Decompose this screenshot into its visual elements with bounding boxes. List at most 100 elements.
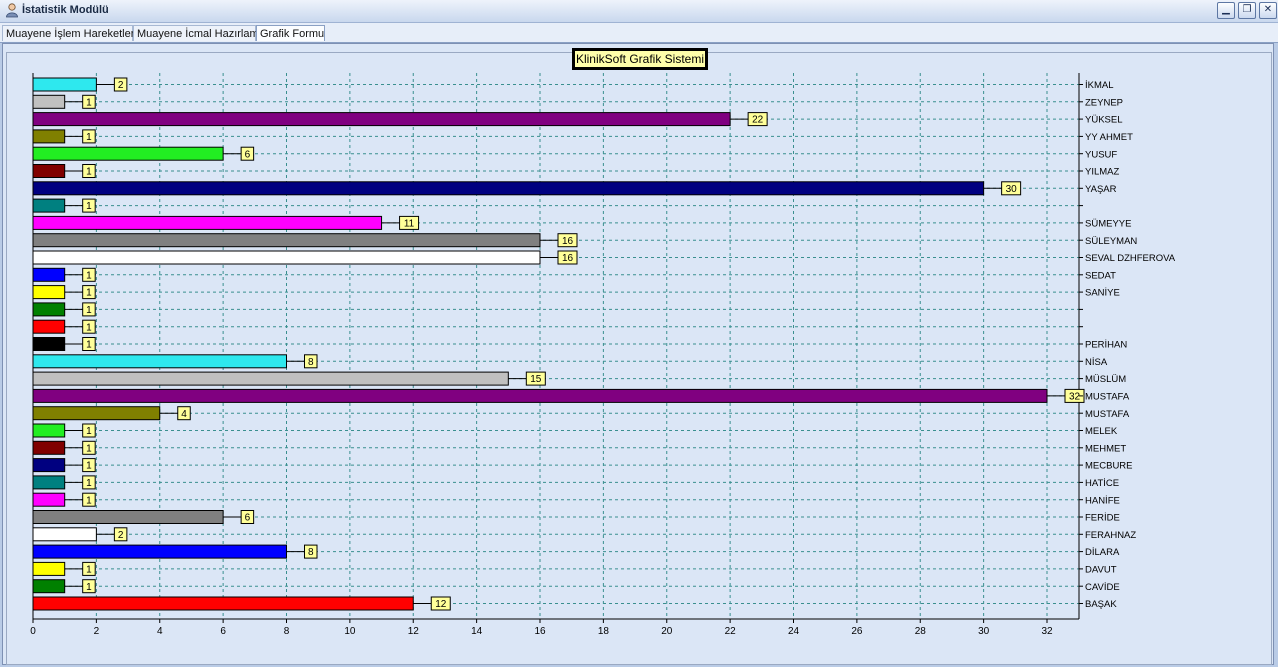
category-label: BAŞAK [1085,599,1117,610]
category-label: HATİCE [1085,478,1119,489]
x-tick-label: 32 [1041,626,1053,637]
x-tick-label: 6 [220,626,226,637]
data-label: 2 [118,80,124,91]
category-label: SÜLEYMAN [1085,236,1137,247]
x-tick-label: 2 [94,626,100,637]
bar [32,164,66,178]
bar [32,510,224,524]
data-label: 8 [308,547,314,558]
data-label: 15 [530,374,542,385]
category-label: YY AHMET [1085,132,1133,143]
category-label: MUSTAFA [1085,409,1130,420]
data-label: 1 [86,132,92,143]
data-label: 1 [86,582,92,593]
data-label: 1 [86,270,92,281]
data-label: 1 [86,443,92,454]
data-label: 16 [562,236,574,247]
x-tick-label: 4 [157,626,163,637]
category-label: SÜMEYYE [1085,219,1131,230]
data-label: 11 [404,219,415,230]
data-label: 1 [86,495,92,506]
x-tick-label: 22 [725,626,737,637]
bar [32,579,66,594]
category-label: YUSUF [1085,149,1117,160]
bar [32,561,66,576]
category-label: SANİYE [1085,288,1120,299]
bar [32,129,66,144]
bar [32,250,541,265]
bar [32,388,1048,403]
x-tick-label: 18 [598,626,610,637]
data-label: 1 [86,288,92,299]
category-label: DİLARA [1085,547,1120,558]
bar [32,285,66,300]
bar [32,319,66,334]
x-tick-label: 26 [851,626,863,637]
data-label: 12 [435,599,447,610]
data-label: 4 [181,409,187,420]
x-tick-label: 24 [788,626,800,637]
category-label: DAVUT [1085,565,1117,576]
chart-title: KlinikSoft Grafik Sistemi [572,48,708,70]
category-label: MECBURE [1085,461,1133,472]
category-label: YAŞAR [1085,184,1117,195]
x-tick-label: 16 [534,626,546,637]
x-tick-label: 28 [915,626,927,637]
category-label: MUSTAFA [1085,392,1130,403]
data-label: 32 [1069,392,1081,403]
data-label: 1 [86,305,92,316]
bar [32,406,161,421]
bar [32,527,97,542]
data-label: 1 [86,426,92,437]
x-tick-label: 30 [978,626,990,637]
bar [32,423,66,438]
category-label: SEDAT [1085,270,1116,281]
category-label: FERAHNAZ [1085,530,1136,541]
data-label: 2 [118,530,124,541]
bar [32,181,985,196]
data-label: 1 [86,167,92,178]
category-label: NİSA [1085,357,1108,368]
bar [32,458,66,473]
bar [32,371,509,386]
category-label: YÜKSEL [1085,115,1123,126]
bar [32,544,287,559]
data-label: 6 [245,149,251,160]
category-label: YILMAZ [1085,167,1120,178]
category-label: MELEK [1085,426,1118,437]
category-label: CAVİDE [1085,582,1120,593]
x-tick-label: 20 [661,626,673,637]
data-label: 1 [86,340,92,351]
x-tick-label: 0 [30,626,36,637]
bar [32,112,731,127]
bar [32,94,66,109]
category-label: ZEYNEP [1085,97,1123,108]
x-tick-label: 10 [344,626,356,637]
data-label: 1 [86,478,92,489]
category-label: FERİDE [1085,513,1120,524]
data-label: 1 [86,201,92,212]
bar [32,146,224,161]
data-label: 1 [86,322,92,333]
x-tick-label: 14 [471,626,483,637]
category-label: İKMAL [1085,80,1114,91]
data-label: 16 [562,253,574,264]
bar [32,198,66,213]
category-label: MÜSLÜM [1085,374,1126,385]
category-label: PERİHAN [1085,340,1127,351]
bar [32,492,66,507]
data-label: 8 [308,357,314,368]
x-tick-label: 12 [408,626,420,637]
data-label: 30 [1006,184,1018,195]
bar [32,215,383,230]
bar [32,354,287,369]
bar [32,475,66,490]
data-label: 22 [752,115,764,126]
data-label: 6 [245,513,251,524]
bar [32,233,541,248]
bar [32,302,66,317]
category-label: HANİFE [1085,495,1120,506]
bar [32,440,66,455]
data-label: 1 [86,97,92,108]
bar [32,596,414,611]
